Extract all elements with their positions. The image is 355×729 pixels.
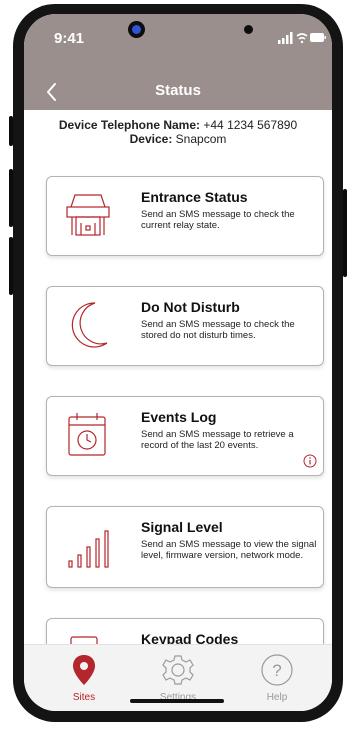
events-log-card[interactable]: Events Log Send an SMS message to retrie… — [46, 396, 324, 476]
device-type-value: Snapcom — [175, 132, 227, 146]
proximity-sensor — [244, 25, 253, 34]
app-screen: 9:41 Status Device Telephone Name: +44 1… — [24, 14, 332, 711]
relay-icon — [66, 194, 110, 236]
card-description: Send an SMS message to view the signal l… — [141, 539, 317, 561]
device-type-label: Device: — [129, 132, 173, 146]
location-pin-icon — [73, 655, 95, 685]
wifi-icon — [296, 33, 308, 44]
tab-label: Sites — [72, 692, 96, 703]
front-camera — [128, 21, 145, 38]
svg-text:?: ? — [272, 661, 281, 680]
system-status-icons — [278, 32, 326, 44]
help-circle-icon: ? — [261, 654, 293, 686]
info-icon[interactable] — [303, 454, 317, 468]
device-type-row: Device: Snapcom — [24, 132, 332, 146]
title-bar: Status — [24, 78, 332, 104]
card-title: Events Log — [141, 409, 217, 425]
card-description: Send an SMS message to check the stored … — [141, 319, 295, 341]
tab-help[interactable]: ? Help — [237, 653, 317, 703]
do-not-disturb-card[interactable]: Do Not Disturb Send an SMS message to ch… — [46, 286, 324, 366]
card-description: Send an SMS message to retrieve a record… — [141, 429, 294, 451]
signal-level-card[interactable]: Signal Level Send an SMS message to view… — [46, 506, 324, 588]
volume-up-button — [9, 169, 13, 227]
tab-settings[interactable]: Settings — [138, 653, 218, 703]
volume-down-button — [9, 237, 13, 295]
moon-icon — [71, 302, 108, 348]
card-title: Do Not Disturb — [141, 299, 240, 315]
phone-frame: 9:41 Status Device Telephone Name: +44 1… — [9, 4, 347, 722]
card-title: Entrance Status — [141, 189, 248, 205]
tab-sites[interactable]: Sites — [44, 653, 124, 703]
cellular-signal-icon — [278, 32, 293, 44]
device-telephone-value: +44 1234 567890 — [203, 118, 298, 132]
home-indicator — [130, 699, 224, 703]
tab-label: Help — [266, 692, 288, 703]
card-title: Signal Level — [141, 519, 223, 535]
device-info: Device Telephone Name: +44 1234 567890 D… — [24, 118, 332, 146]
status-time: 9:41 — [54, 30, 85, 47]
status-bar: 9:41 — [24, 14, 332, 60]
calendar-clock-icon — [68, 413, 106, 456]
app-header: 9:41 Status — [24, 14, 332, 110]
gear-icon — [162, 655, 194, 685]
entrance-status-card[interactable]: Entrance Status Send an SMS message to c… — [46, 176, 324, 256]
page-title: Status — [155, 82, 201, 99]
device-telephone-row: Device Telephone Name: +44 1234 567890 — [24, 118, 332, 132]
device-telephone-label: Device Telephone Name: — [58, 118, 201, 132]
signal-bars-icon — [68, 530, 109, 568]
mute-switch — [9, 116, 13, 146]
battery-icon — [310, 33, 326, 42]
card-description: Send an SMS message to check the current… — [141, 209, 295, 231]
power-button — [343, 189, 347, 277]
